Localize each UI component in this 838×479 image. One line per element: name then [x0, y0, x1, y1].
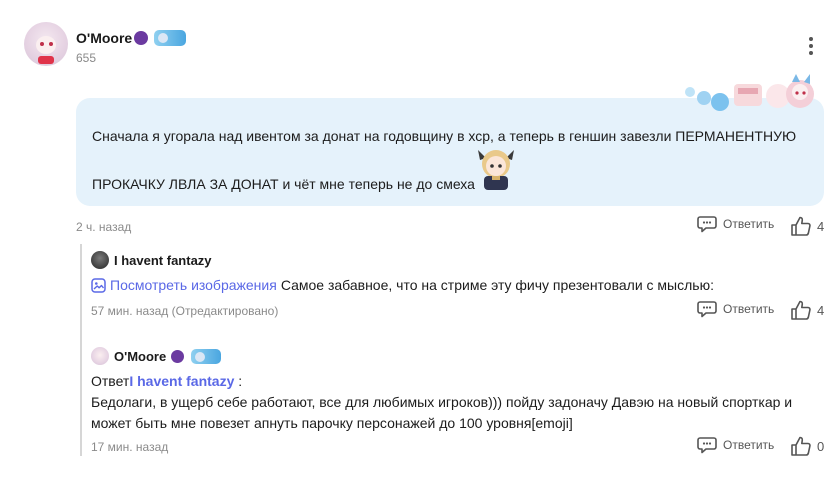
badge-pill-icon [154, 30, 187, 46]
avatar-eye [40, 42, 44, 46]
comment-text-line: может быть мне повезет апнуть парочку пе… [91, 415, 573, 431]
image-icon[interactable] [91, 278, 106, 293]
like-count: 0 [817, 438, 825, 454]
post-text-line: ПРОКАЧКУ ЛВЛА ЗА ДОНАТ и чёт мне теперь … [92, 176, 475, 192]
badge-pill-icon [191, 348, 222, 364]
chat-bubble-icon [697, 437, 717, 454]
author-name-row: O'Moore [76, 30, 187, 46]
reply-label: Ответить [723, 302, 775, 316]
like-count: 4 [817, 218, 825, 234]
comment-reply-button[interactable]: Ответить [697, 436, 774, 454]
decorative-sticker [685, 74, 814, 111]
avatar-bow [38, 56, 54, 64]
thread-line [80, 244, 82, 456]
avatar-eye [49, 42, 53, 46]
comment-author[interactable]: O'Moore [114, 349, 166, 364]
reply-label: Ответить [723, 438, 775, 452]
post-text-line: Сначала я угорала над ивентом за донат н… [92, 128, 797, 144]
chat-bubble-icon [697, 216, 717, 233]
chibi-sticker [478, 150, 514, 190]
comment-header: I havent fantazy [91, 251, 212, 269]
comment-text: Бедолаги, в ущерб себе работают, все для… [91, 392, 811, 434]
post-like-button[interactable]: 4 [790, 215, 824, 237]
thumbs-up-icon [791, 300, 811, 320]
comment-reply-button[interactable]: Ответить [697, 300, 774, 318]
comment-timestamp: 57 мин. назад (Отредактировано) [91, 304, 279, 318]
chat-bubble-icon [697, 301, 717, 318]
comment-like-button[interactable]: 4 [790, 299, 824, 321]
post-text: Сначала я угорала над ивентом за донат н… [92, 124, 812, 196]
more-vertical-icon[interactable] [806, 37, 816, 59]
author-avatar[interactable] [24, 22, 68, 66]
reply-prefix: Ответ [91, 373, 130, 389]
thumbs-up-icon [791, 436, 811, 456]
like-count: 4 [817, 302, 825, 318]
post-reply-button[interactable]: Ответить [697, 215, 774, 233]
comment-header: O'Moore [91, 347, 222, 365]
comment-timestamp: 17 мин. назад [91, 440, 169, 454]
reply-to-link[interactable]: I havent fantazy [129, 373, 234, 389]
view-images-link[interactable]: Посмотреть изображения [110, 275, 277, 296]
badge-ball-icon [171, 349, 185, 363]
comment-like-button[interactable]: 0 [790, 435, 824, 457]
comment-text: Самое забавное, что на стриме эту фичу п… [280, 277, 714, 293]
comment-author[interactable]: I havent fantazy [114, 253, 212, 268]
comment-avatar[interactable] [91, 347, 109, 365]
author-name[interactable]: O'Moore [76, 30, 132, 46]
comment-avatar[interactable] [91, 251, 109, 269]
avatar-face [36, 36, 56, 54]
author-level: 655 [76, 51, 97, 65]
comment-body: Посмотреть изображения Самое забавное, ч… [91, 275, 714, 296]
reply-label: Ответить [723, 217, 775, 231]
comment-text-line: Бедолаги, в ущерб себе работают, все для… [91, 394, 793, 410]
reply-suffix: : [234, 373, 243, 389]
thumbs-up-icon [791, 216, 811, 236]
post-timestamp: 2 ч. назад [76, 220, 132, 234]
badge-ball-icon [134, 31, 149, 45]
reply-context: ОтветI havent fantazy : [91, 371, 242, 392]
